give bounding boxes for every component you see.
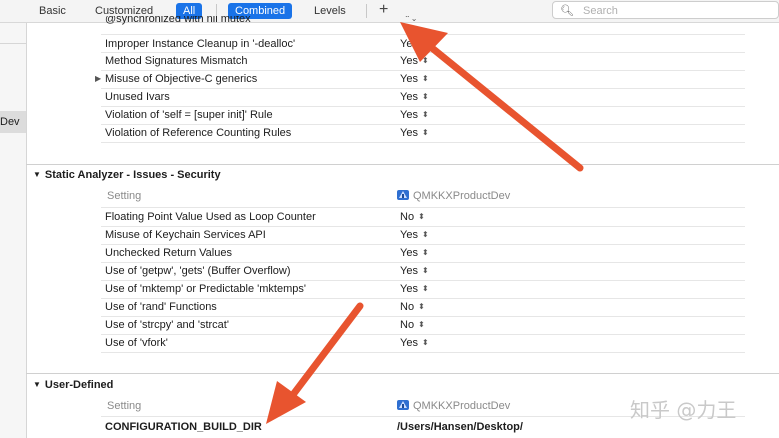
table-row[interactable]: Unused Ivars Yes ⬍ (0, 88, 779, 106)
stepper-icon: ⬍ (421, 92, 429, 101)
table-row[interactable]: Violation of Reference Counting Rules Ye… (0, 124, 779, 142)
target-name: QMKKXProductDev (413, 400, 511, 412)
setting-name: @synchronized with nil mutex (105, 16, 251, 25)
table-row[interactable]: @synchronized with nil mutex ⌃⌄ (0, 16, 779, 30)
setting-name: Violation of Reference Counting Rules (105, 127, 292, 139)
table-row[interactable]: Floating Point Value Used as Loop Counte… (0, 208, 779, 226)
stepper-icon: ⬍ (418, 212, 425, 221)
table-row[interactable]: Use of 'vfork' Yes ⬍ (0, 334, 779, 352)
column-header-setting[interactable]: Setting (107, 398, 141, 414)
table-row[interactable]: ▶ Misuse of Objective-C generics Yes ⬍ (0, 70, 779, 88)
disclosure-triangle-icon[interactable]: ▶ (95, 70, 101, 88)
setting-value[interactable]: Yes ⬍ (400, 52, 429, 71)
setting-name: Misuse of Objective-C generics (105, 73, 258, 85)
watermark: 知乎 @力王 (630, 398, 737, 422)
setting-value[interactable]: Yes ⬍ (400, 88, 429, 107)
stepper-icon: ⬍ (421, 248, 429, 257)
setting-value[interactable]: Yes ⬍ (400, 226, 429, 245)
setting-name: Use of 'getpw', 'gets' (Buffer Overflow) (105, 265, 291, 277)
column-header-target[interactable]: QMKKXProductDev (396, 398, 510, 414)
stepper-icon: ⬍ (421, 110, 429, 119)
section-divider (26, 373, 779, 374)
setting-value[interactable]: Yes ⬍ (400, 70, 429, 89)
setting-value[interactable]: Yes ⬍ (400, 244, 429, 263)
setting-value-stepper[interactable]: ⌃⌄ (400, 16, 417, 29)
setting-value[interactable]: No ⬍ (400, 298, 425, 317)
disclosure-triangle-icon: ▼ (33, 170, 41, 179)
table-row[interactable]: Use of 'rand' Functions No ⬍ (0, 298, 779, 316)
stepper-icon: ⬍ (421, 338, 429, 347)
setting-name: Use of 'rand' Functions (105, 301, 217, 313)
column-header-setting[interactable]: Setting (107, 188, 141, 204)
section-divider (26, 164, 779, 165)
stepper-icon: ⬍ (421, 39, 429, 48)
setting-name: Unused Ivars (105, 91, 170, 103)
table-row[interactable]: Method Signatures Mismatch Yes ⬍ (0, 52, 779, 70)
stepper-icon: ⬍ (421, 128, 429, 137)
section-header-user-defined[interactable]: ▼ User-Defined (33, 377, 113, 394)
stepper-icon: ⬍ (421, 230, 429, 239)
table-row[interactable]: Use of 'strcpy' and 'strcat' No ⬍ (0, 316, 779, 334)
table-row[interactable]: Misuse of Keychain Services API Yes ⬍ (0, 226, 779, 244)
column-header-target[interactable]: QMKKXProductDev (396, 188, 510, 204)
setting-value[interactable]: Yes ⬍ (400, 106, 429, 125)
setting-name: CONFIGURATION_BUILD_DIR (105, 421, 262, 433)
disclosure-triangle-icon: ▼ (33, 380, 41, 389)
table-row[interactable]: Unchecked Return Values Yes ⬍ (0, 244, 779, 262)
setting-name: Use of 'vfork' (105, 337, 168, 349)
stepper-icon: ⬍ (421, 74, 429, 83)
setting-value[interactable]: No ⬍ (400, 316, 425, 335)
section-title: Static Analyzer - Issues - Security (44, 169, 221, 181)
setting-name: Unchecked Return Values (105, 247, 232, 259)
setting-value[interactable]: Yes ⬍ (400, 124, 429, 143)
table-row[interactable]: Use of 'mktemp' or Predictable 'mktemps'… (0, 280, 779, 298)
setting-name: Use of 'strcpy' and 'strcat' (105, 319, 229, 331)
stepper-icon: ⬍ (418, 320, 425, 329)
section-header-security[interactable]: ▼ Static Analyzer - Issues - Security (33, 167, 221, 184)
table-row[interactable]: Improper Instance Cleanup in '-dealloc' … (0, 35, 779, 53)
setting-value[interactable]: Yes ⬍ (400, 262, 429, 281)
row-divider (101, 352, 745, 353)
setting-name: Use of 'mktemp' or Predictable 'mktemps' (105, 283, 306, 295)
setting-name: Method Signatures Mismatch (105, 55, 248, 67)
setting-value[interactable]: No ⬍ (400, 208, 425, 227)
setting-value[interactable]: /Users/Hansen/Desktop/ (397, 418, 523, 436)
setting-name: Improper Instance Cleanup in '-dealloc' (105, 38, 296, 50)
setting-value[interactable]: Yes ⬍ (400, 280, 429, 299)
setting-name: Floating Point Value Used as Loop Counte… (105, 211, 316, 223)
setting-name: Misuse of Keychain Services API (105, 229, 266, 241)
stepper-icon: ⬍ (421, 284, 429, 293)
table-row[interactable]: Use of 'getpw', 'gets' (Buffer Overflow)… (0, 262, 779, 280)
setting-name: Violation of 'self = [super init]' Rule (105, 109, 273, 121)
target-name: QMKKXProductDev (413, 190, 511, 202)
target-app-icon (397, 400, 409, 410)
row-divider (101, 142, 745, 143)
setting-value[interactable]: Yes ⬍ (400, 334, 429, 353)
target-app-icon (397, 190, 409, 200)
stepper-icon: ⬍ (418, 302, 425, 311)
stepper-icon: ⬍ (421, 56, 429, 65)
stepper-icon: ⬍ (421, 266, 429, 275)
section-title: User-Defined (44, 379, 114, 391)
table-row[interactable]: Violation of 'self = [super init]' Rule … (0, 106, 779, 124)
